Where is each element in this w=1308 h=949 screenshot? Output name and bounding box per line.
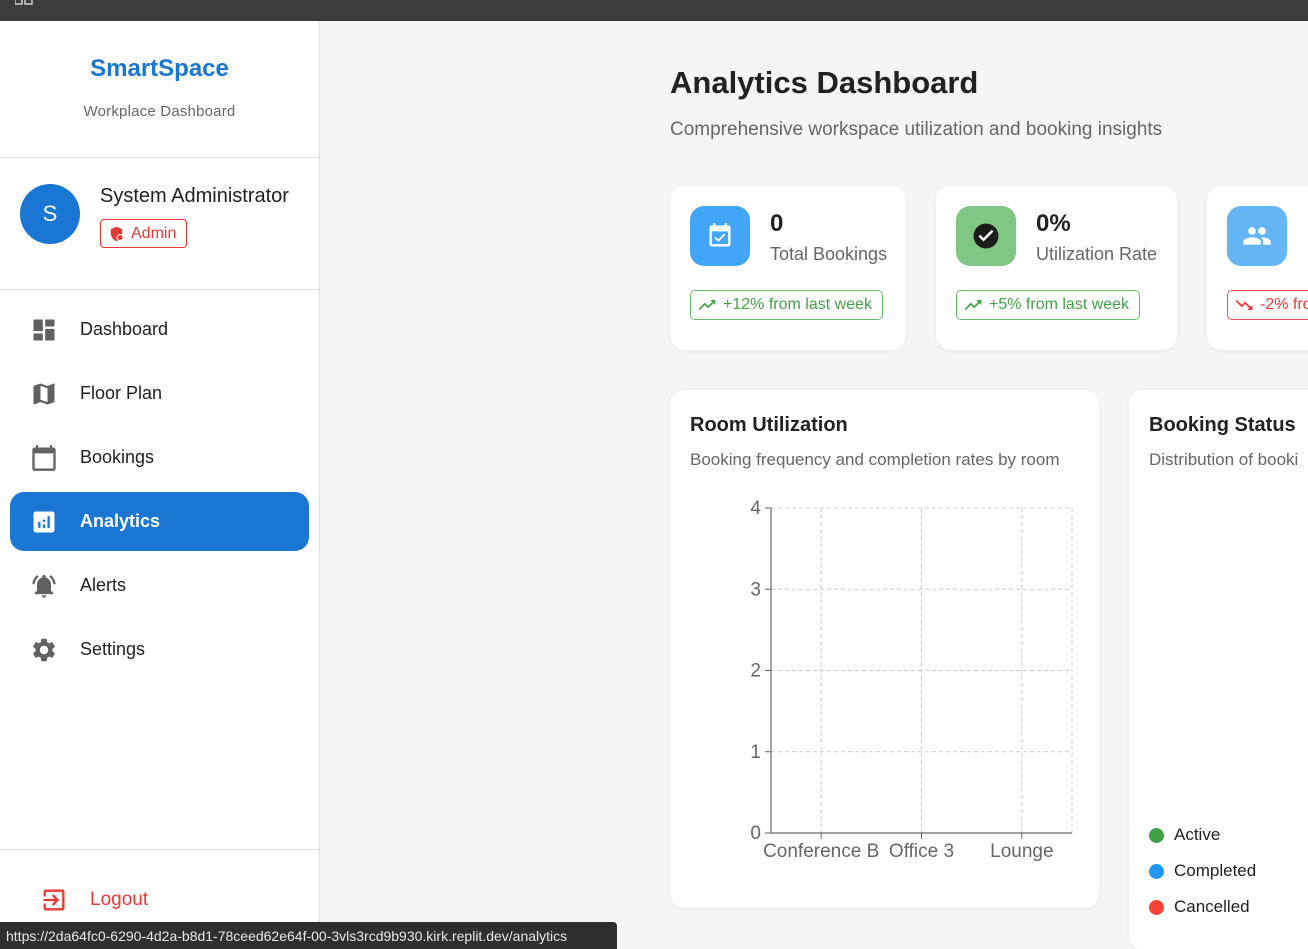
brand-header: SmartSpace Workplace Dashboard [0,21,319,158]
logout-button[interactable]: Logout [40,886,148,914]
y-tick-label: 2 [750,661,761,682]
x-tick-label: Office 3 [889,841,954,862]
y-tick-label: 3 [750,579,761,600]
app-name[interactable]: SmartSpace [0,21,319,83]
app-subtitle: Workplace Dashboard [83,103,236,120]
people-icon [1243,227,1271,245]
stat-label: Utilization Rate [1036,244,1158,264]
nav-item-alerts[interactable]: Alerts [10,556,309,615]
legend-item-cancelled: Cancelled [1149,889,1256,925]
card-title: Booking Status [1149,414,1296,436]
chart-legend: Active Completed Cancelled [1149,817,1256,925]
y-tick-label: 4 [750,498,761,519]
nav-item-analytics[interactable]: Analytics [10,492,309,551]
admin-shield-icon [110,226,124,241]
nav-label: Settings [80,639,146,659]
avatar[interactable]: S [20,184,80,244]
room-utilization-card: Room Utilization Booking frequency and c… [670,390,1099,908]
trending-up-icon [698,300,716,310]
stat-card-utilization: 0% Utilization Rate +5% from last week [936,186,1177,350]
stat-label: Total Bookings [770,244,888,264]
stat-icon-bg [1227,206,1287,266]
logout-icon [43,889,65,911]
stat-card-total-bookings: 0 Total Bookings +12% from last week [670,186,906,350]
legend-item-completed: Completed [1149,853,1256,889]
role-label: Admin [131,224,177,242]
nav-label: Dashboard [80,319,169,339]
nav-label: Alerts [80,575,127,595]
bell-icon [32,574,56,598]
legend-item-active: Active [1149,817,1256,853]
logout-label: Logout [90,889,149,910]
y-tick-label: 1 [750,742,761,763]
nav-item-bookings[interactable]: Bookings [10,428,309,487]
card-subtitle: Distribution of booki [1149,450,1299,469]
dashboard-icon [33,319,55,341]
calendar-icon [32,445,56,471]
nav-label: Floor Plan [80,383,163,403]
role-badge: Admin [100,219,188,248]
trending-down-icon [1235,300,1253,310]
nav-item-floor-plan[interactable]: Floor Plan [10,364,309,423]
trending-up-icon [964,300,982,310]
calendar-check-icon [709,223,731,247]
legend-label: Cancelled [1174,897,1250,916]
y-tick-label: 0 [750,823,761,844]
x-tick-label: Lounge [990,841,1053,862]
nav-item-dashboard[interactable]: Dashboard [10,300,309,359]
nav-label: Bookings [80,447,155,467]
stat-card-occupancy: -2% fro [1207,186,1308,350]
stat-icon-bg [956,206,1016,266]
main-nav: Dashboard Floor Plan Bookings Analytics … [0,290,319,679]
legend-label: Active [1174,825,1221,844]
legend-label: Completed [1174,861,1257,880]
nav-label: Analytics [80,511,161,531]
map-icon [33,383,55,405]
trend-text: +12% from last week [723,296,872,313]
nav-item-settings[interactable]: Settings [10,620,309,679]
page-subtitle: Comprehensive workspace utilization and … [670,119,1163,140]
stat-value: 0% [1036,210,1071,237]
browser-top-bar [0,0,1308,21]
stat-icon-bg [690,206,750,266]
page-title: Analytics Dashboard [670,65,979,100]
legend-dot [1149,863,1164,879]
user-profile: S System Administrator Admin [0,158,319,290]
link-status-bar: https://2da64fc0-6290-4d2a-b8d1-78ceed62… [0,922,617,949]
analytics-icon [33,511,55,533]
trend-badge: -2% fro [1227,290,1308,320]
trend-badge: +12% from last week [690,290,883,320]
legend-dot [1149,827,1164,843]
user-name: System Administrator [100,185,289,207]
trend-text: -2% fro [1260,296,1308,313]
booking-status-card: Booking Status Distribution of booki Act… [1129,390,1308,949]
gear-icon [33,638,55,662]
trend-text: +5% from last week [989,296,1130,313]
apps-grid-icon[interactable] [15,0,35,6]
check-circle-icon [973,223,999,249]
legend-dot [1149,899,1164,915]
room-utilization-chart: 0 1 2 3 4 Conference B Office 3 Lounge [750,498,1073,862]
sidebar: SmartSpace Workplace Dashboard S System … [0,21,320,949]
x-tick-label: Conference B [763,841,879,862]
trend-badge: +5% from last week [956,290,1141,320]
stat-value: 0 [770,210,784,237]
